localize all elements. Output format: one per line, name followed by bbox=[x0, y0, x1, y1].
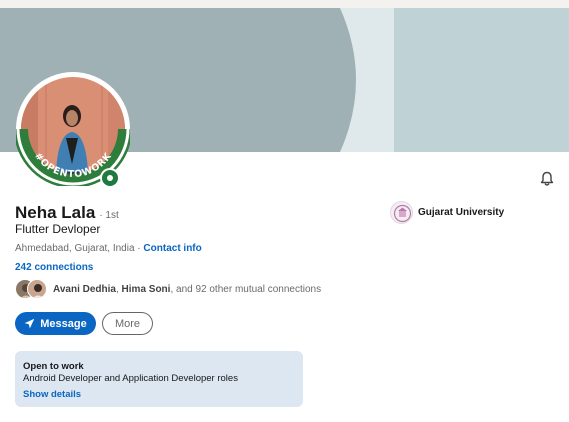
open-to-work-title: Open to work bbox=[23, 361, 84, 372]
bell-icon[interactable] bbox=[538, 170, 556, 188]
profile-name-row: Neha Lala · 1st bbox=[15, 203, 119, 223]
university-logo-icon bbox=[390, 200, 413, 224]
location-row: Ahmedabad, Gujarat, India · Contact info bbox=[15, 243, 202, 254]
mutual-suffix: , and 92 other mutual connections bbox=[170, 283, 322, 295]
contact-info-link[interactable]: Contact info bbox=[143, 243, 201, 254]
connection-degree: · 1st bbox=[99, 210, 119, 221]
paper-plane-icon bbox=[24, 318, 35, 329]
mutual-connections-text: Avani Dedhia, Hima Soni, and 92 other mu… bbox=[53, 284, 321, 295]
mutual-avatar bbox=[27, 279, 47, 299]
profile-headline: Flutter Devloper bbox=[15, 222, 101, 236]
top-strip bbox=[0, 0, 569, 8]
mutual-connections[interactable]: Avani Dedhia, Hima Soni, and 92 other mu… bbox=[15, 278, 321, 300]
education-entry[interactable]: Gujarat University bbox=[390, 200, 504, 224]
show-details-link[interactable]: Show details bbox=[23, 389, 81, 400]
profile-name: Neha Lala bbox=[15, 203, 96, 222]
more-button-label: More bbox=[114, 317, 141, 330]
more-button[interactable]: More bbox=[102, 312, 153, 335]
connections-count-link[interactable]: 242 connections bbox=[15, 262, 93, 273]
mutual-avatars bbox=[15, 279, 49, 299]
university-name: Gujarat University bbox=[418, 206, 505, 218]
mutual-name: Avani Dedhia bbox=[53, 283, 116, 295]
online-status-indicator bbox=[100, 168, 120, 188]
open-to-work-roles: Android Developer and Application Develo… bbox=[23, 373, 238, 384]
mutual-name: Hima Soni bbox=[121, 283, 171, 295]
message-button[interactable]: Message bbox=[15, 312, 96, 335]
message-button-label: Message bbox=[40, 317, 87, 330]
open-to-work-card: Open to work Android Developer and Appli… bbox=[15, 351, 303, 407]
profile-location: Ahmedabad, Gujarat, India bbox=[15, 243, 135, 254]
